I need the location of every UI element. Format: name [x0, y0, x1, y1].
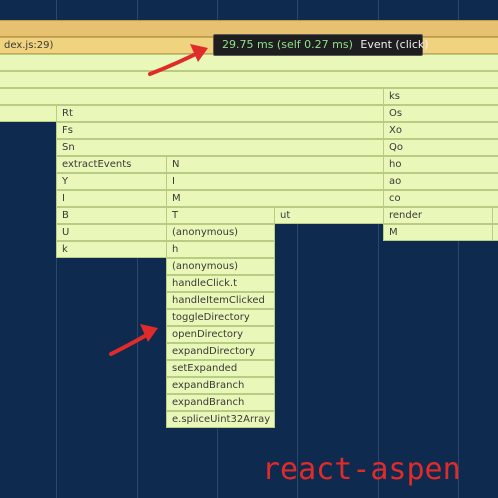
- flame-frame[interactable]: render: [383, 207, 493, 224]
- flame-frame[interactable]: e.spliceUint32Array: [166, 411, 275, 428]
- flame-frame[interactable]: ks: [383, 88, 498, 105]
- flame-frame[interactable]: [0, 105, 57, 122]
- flame-frame[interactable]: N: [166, 156, 384, 173]
- flame-frame[interactable]: Sn: [56, 139, 384, 156]
- flame-frame[interactable]: Xo: [383, 122, 498, 139]
- flame-frame[interactable]: expandBranch: [166, 377, 275, 394]
- flame-frame[interactable]: handleClick.t: [166, 275, 275, 292]
- flame-frame[interactable]: openDirectory: [166, 326, 275, 343]
- flame-frame[interactable]: toggleDirectory: [166, 309, 275, 326]
- flame-frame[interactable]: (anonymous): [166, 258, 275, 275]
- annotation-arrow-icon: [148, 44, 208, 76]
- tooltip-event: Event (click): [360, 38, 429, 51]
- flame-frame[interactable]: U: [56, 224, 167, 241]
- flame-frame[interactable]: Qo: [383, 139, 498, 156]
- flame-frame[interactable]: [492, 224, 498, 241]
- flame-frame[interactable]: T: [166, 207, 275, 224]
- flame-frame[interactable]: Os: [383, 105, 498, 122]
- flame-frame[interactable]: [0, 54, 498, 71]
- flame-frame[interactable]: M: [383, 224, 493, 241]
- flame-frame[interactable]: [0, 88, 384, 105]
- flame-frame[interactable]: k: [56, 241, 167, 258]
- flame-frame[interactable]: I: [166, 173, 384, 190]
- flame-frame[interactable]: handleItemClicked: [166, 292, 275, 309]
- flame-frame[interactable]: ut: [274, 207, 384, 224]
- flame-frame[interactable]: Y: [56, 173, 167, 190]
- flame-frame[interactable]: extractEvents: [56, 156, 167, 173]
- flame-chart[interactable]: dex.js:29) ks Rt Os Fs Xo Sn Qo extractE…: [0, 0, 498, 498]
- flame-frame[interactable]: expandBranch: [166, 394, 275, 411]
- flame-frame[interactable]: Fs: [56, 122, 384, 139]
- flame-frame[interactable]: h: [166, 241, 275, 258]
- flame-frame[interactable]: I: [56, 190, 167, 207]
- flame-frame[interactable]: setExpanded: [166, 360, 275, 377]
- annotation-arrow-icon: [109, 324, 158, 356]
- flame-frame[interactable]: co: [383, 190, 498, 207]
- frame-tooltip: 29.75 ms (self 0.27 ms) Event (click): [213, 34, 429, 56]
- flame-frame[interactable]: (anonymous): [166, 224, 275, 241]
- flame-frame[interactable]: [492, 207, 498, 224]
- flame-frame[interactable]: expandDirectory: [166, 343, 275, 360]
- flame-frame[interactable]: ao: [383, 173, 498, 190]
- flame-frame[interactable]: B: [56, 207, 167, 224]
- tooltip-timing: 29.75 ms (self 0.27 ms): [222, 38, 353, 51]
- flame-frame[interactable]: ho: [383, 156, 498, 173]
- flame-frame[interactable]: [0, 71, 498, 88]
- watermark-text: react-aspen: [262, 452, 461, 487]
- flame-frame[interactable]: M: [166, 190, 384, 207]
- flame-frame[interactable]: Rt: [56, 105, 384, 122]
